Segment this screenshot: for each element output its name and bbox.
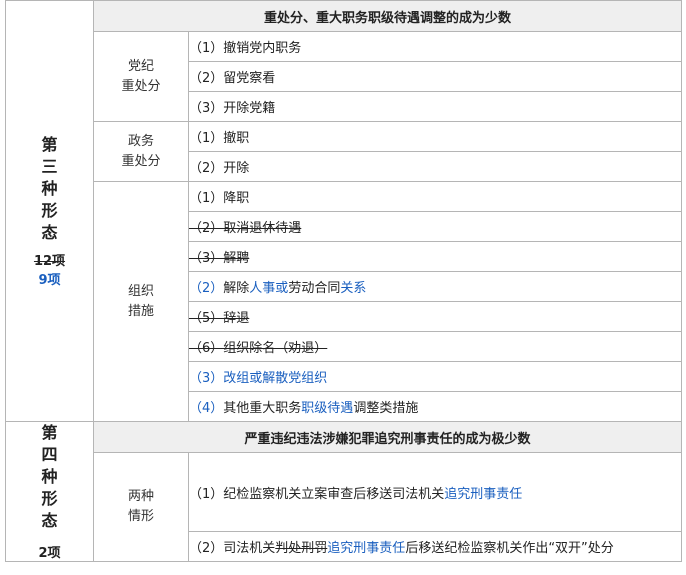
org-item-added: （3）改组或解散党组织 <box>187 361 683 392</box>
category-line: 措施 <box>127 303 154 319</box>
fourth-form-char: 形 <box>41 489 58 508</box>
party-discipline-category: 党纪 重处分 <box>93 31 189 122</box>
organizational-measures-category: 组织 措施 <box>93 181 189 422</box>
item-text-highlight: 追究刑事责任 <box>444 486 523 502</box>
third-form-label: 第 三 种 形 态 12项 9项 <box>5 0 94 422</box>
fourth-form-count: 2项 <box>38 546 61 561</box>
category-line: 党纪 <box>127 58 154 74</box>
item-text: （1）纪检监察机关立案审查后移送司法机关 <box>189 486 445 502</box>
third-form-char: 种 <box>41 179 58 198</box>
org-item-deleted: （6）组织除名（劝退） <box>187 331 683 362</box>
fourth-item: （2）司法机关判处刑罚追究刑事责任后移送纪检监察机关作出“双开”处分 <box>187 531 683 562</box>
org-item-deleted: （2）取消退休待遇 <box>187 211 683 242</box>
org-item-revised: （4）其他重大职务职级待遇调整类措施 <box>187 391 683 422</box>
org-item-deleted: （3）解聘 <box>187 241 683 272</box>
item-text-highlight: 关系 <box>340 281 367 296</box>
category-line: 组织 <box>127 283 154 299</box>
third-form-header: 重处分、重大职务职级待遇调整的成为少数 <box>92 0 683 32</box>
fourth-form-char: 四 <box>41 445 58 464</box>
category-line: 情形 <box>127 509 154 524</box>
category-line: 重处分 <box>121 153 161 169</box>
fourth-form-header: 严重违纪违法涉嫌犯罪追究刑事责任的成为极少数 <box>92 421 683 453</box>
org-item: （1）降职 <box>187 181 683 212</box>
category-line: 重处分 <box>121 78 161 94</box>
fourth-form-label: 第 四 种 形 态 2项 <box>5 421 94 562</box>
item-text-highlight: 职级待遇 <box>301 401 354 416</box>
fourth-form-char: 第 <box>41 423 58 442</box>
third-form-char: 态 <box>41 223 58 242</box>
third-form-char: 形 <box>41 201 58 220</box>
item-number: （4） <box>189 401 224 416</box>
category-line: 两种 <box>127 489 154 504</box>
gov-item: （2）开除 <box>187 151 683 182</box>
third-form-new-count: 9项 <box>38 273 61 288</box>
third-form-char: 三 <box>41 157 58 176</box>
item-text-highlight: 追究刑事责任 <box>327 541 406 556</box>
two-situations-category: 两种 情形 <box>93 452 189 562</box>
item-text-deleted: 判处刑罚 <box>275 541 328 556</box>
party-item: （1）撤销党内职务 <box>187 31 683 62</box>
item-text: 其他重大职务 <box>223 401 302 416</box>
item-text: 劳动合同 <box>288 281 341 296</box>
third-form-char: 第 <box>41 135 58 154</box>
gov-item: （1）撤职 <box>187 121 683 152</box>
item-number: （2） <box>189 281 224 296</box>
org-item-revised: （2）解除人事或劳动合同关系 <box>187 271 683 302</box>
category-line: 政务 <box>127 133 154 149</box>
item-text: 解除 <box>223 281 250 296</box>
fourth-item: （1）纪检监察机关立案审查后移送司法机关追究刑事责任 <box>187 452 683 532</box>
item-text: （2）司法机关 <box>189 541 276 556</box>
item-text: 后移送纪检监察机关作出“双开”处分 <box>405 541 614 556</box>
party-item: （2）留党察看 <box>187 61 683 92</box>
fourth-form-char: 态 <box>41 511 58 530</box>
party-item: （3）开除党籍 <box>187 91 683 122</box>
item-text-highlight: 人事或 <box>249 281 289 296</box>
org-item-deleted: （5）辞退 <box>187 301 683 332</box>
government-discipline-category: 政务 重处分 <box>93 121 189 182</box>
fourth-form-char: 种 <box>41 467 58 486</box>
discipline-forms-table: 第 三 种 形 态 12项 9项 重处分、重大职务职级待遇调整的成为少数 党纪 … <box>5 0 683 562</box>
third-form-old-count: 12项 <box>33 254 66 269</box>
item-text: 调整类措施 <box>353 401 419 416</box>
